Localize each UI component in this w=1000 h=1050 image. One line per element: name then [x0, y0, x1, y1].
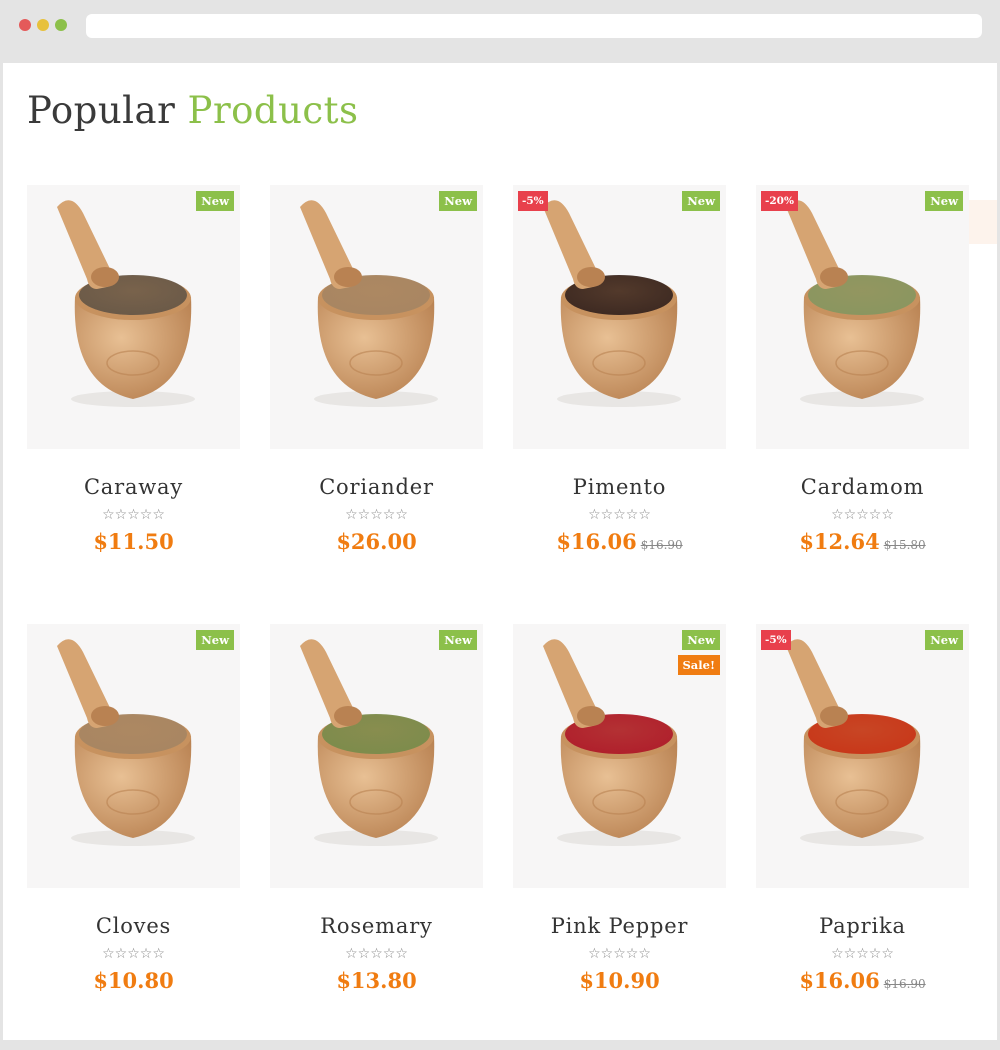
section-title-part2: Products [187, 89, 359, 132]
spice-bowl-illustration [300, 639, 438, 846]
product-card[interactable]: New Coriander ☆☆☆☆☆ $26.00 [270, 185, 483, 554]
price-row: $12.64 $15.80 [756, 529, 969, 554]
rating-stars: ☆☆☆☆☆ [345, 507, 408, 523]
product-name[interactable]: Coriander [270, 475, 483, 499]
product-name[interactable]: Rosemary [270, 914, 483, 938]
product-card[interactable]: New -20% Cardamom ☆☆☆☆☆ $12.64 $15.80 [756, 185, 969, 554]
discount-badge: -20% [761, 191, 798, 211]
new-badge: New [196, 630, 234, 650]
price-row: $26.00 [270, 529, 483, 554]
discount-badge: -5% [761, 630, 791, 650]
product-price: $11.50 [93, 529, 174, 554]
new-badge: New [925, 191, 963, 211]
product-card[interactable]: New -5% Paprika ☆☆☆☆☆ $16.06 $16.90 [756, 624, 969, 993]
product-name[interactable]: Cardamom [756, 475, 969, 499]
rating-stars: ☆☆☆☆☆ [831, 946, 894, 962]
product-image[interactable]: New [270, 185, 483, 449]
window-bottom-border [0, 1040, 1000, 1050]
product-name[interactable]: Paprika [756, 914, 969, 938]
new-badge: New [682, 191, 720, 211]
product-price: $16.06 [556, 529, 637, 554]
rating-stars: ☆☆☆☆☆ [831, 507, 894, 523]
product-card[interactable]: New Cloves ☆☆☆☆☆ $10.80 [27, 624, 240, 993]
price-row: $13.80 [270, 968, 483, 993]
rating-stars: ☆☆☆☆☆ [588, 946, 651, 962]
product-image[interactable]: New -5% [756, 624, 969, 888]
rating-stars: ☆☆☆☆☆ [102, 507, 165, 523]
sale-badge: Sale! [677, 655, 720, 675]
product-price: $13.80 [336, 968, 417, 993]
product-price: $16.06 [799, 968, 880, 993]
minimize-window-dot[interactable] [37, 19, 49, 31]
page-content: Popular Products New Caraway ☆☆☆☆☆ $11.5… [3, 63, 997, 1040]
rating-stars: ☆☆☆☆☆ [102, 946, 165, 962]
product-name[interactable]: Pink Pepper [513, 914, 726, 938]
price-row: $11.50 [27, 529, 240, 554]
old-price: $16.90 [883, 977, 926, 991]
product-price: $12.64 [799, 529, 880, 554]
discount-badge: -5% [518, 191, 548, 211]
product-name[interactable]: Cloves [27, 914, 240, 938]
new-badge: New [682, 630, 720, 650]
price-row: $10.90 [513, 968, 726, 993]
spice-bowl-illustration [57, 639, 195, 846]
new-badge: New [439, 630, 477, 650]
product-image[interactable]: New [27, 624, 240, 888]
maximize-window-dot[interactable] [55, 19, 67, 31]
product-card[interactable]: New Rosemary ☆☆☆☆☆ $13.80 [270, 624, 483, 993]
product-name[interactable]: Caraway [27, 475, 240, 499]
browser-toolbar [0, 0, 1000, 52]
product-price: $10.90 [579, 968, 660, 993]
product-image[interactable]: New [27, 185, 240, 449]
rating-stars: ☆☆☆☆☆ [588, 507, 651, 523]
product-card[interactable]: New Caraway ☆☆☆☆☆ $11.50 [27, 185, 240, 554]
spice-bowl-illustration [786, 200, 924, 407]
price-row: $16.06 $16.90 [513, 529, 726, 554]
product-price: $10.80 [93, 968, 174, 993]
rating-stars: ☆☆☆☆☆ [345, 946, 408, 962]
product-image[interactable]: New -20% [756, 185, 969, 449]
new-badge: New [439, 191, 477, 211]
spice-bowl-illustration [300, 200, 438, 407]
address-bar[interactable] [86, 14, 982, 38]
new-badge: New [196, 191, 234, 211]
spice-bowl-illustration [786, 639, 924, 846]
old-price: $15.80 [883, 538, 926, 552]
new-badge: New [925, 630, 963, 650]
old-price: $16.90 [640, 538, 683, 552]
product-image[interactable]: New Sale! [513, 624, 726, 888]
section-title-part1: Popular [27, 89, 176, 132]
product-image[interactable]: New -5% [513, 185, 726, 449]
spice-bowl-illustration [57, 200, 195, 407]
price-row: $10.80 [27, 968, 240, 993]
product-name[interactable]: Pimento [513, 475, 726, 499]
close-window-dot[interactable] [19, 19, 31, 31]
spice-bowl-illustration [543, 200, 681, 407]
price-row: $16.06 $16.90 [756, 968, 969, 993]
product-card[interactable]: New -5% Pimento ☆☆☆☆☆ $16.06 $16.90 [513, 185, 726, 554]
product-price: $26.00 [336, 529, 417, 554]
product-image[interactable]: New [270, 624, 483, 888]
section-title: Popular Products [27, 89, 359, 132]
product-card[interactable]: New Sale! Pink Pepper ☆☆☆☆☆ $10.90 [513, 624, 726, 993]
